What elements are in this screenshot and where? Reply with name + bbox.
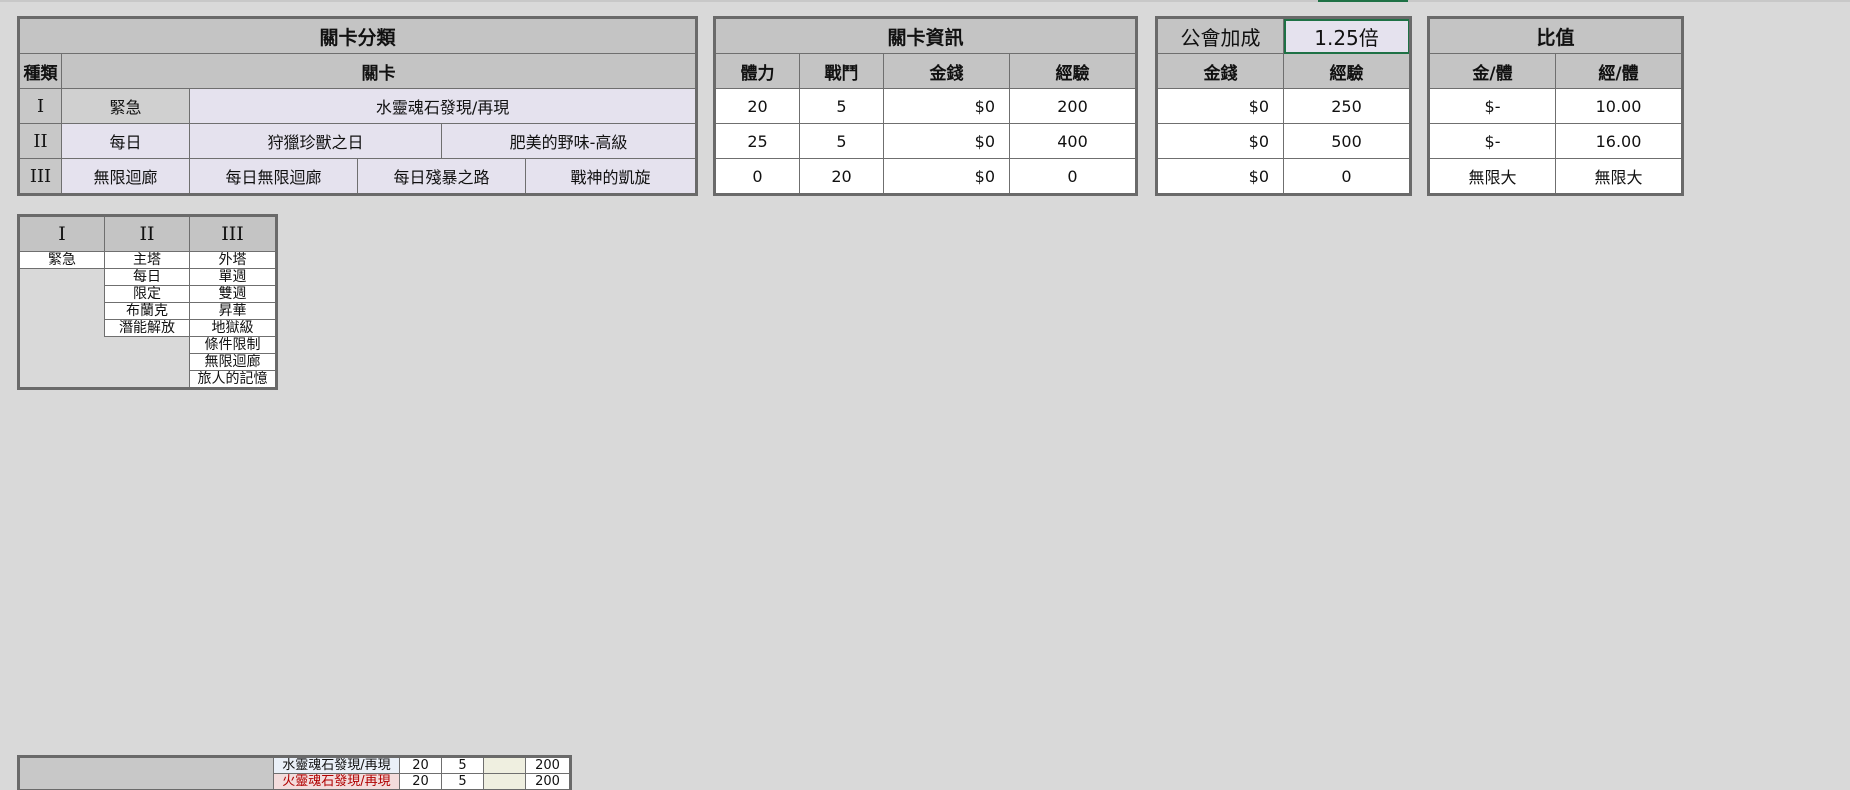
stamina-cell[interactable]: 25 (715, 123, 800, 159)
category-legend-table: I II III 緊急 主塔 外塔 每日 單週 限定 雙週 布蘭克 昇華 潛能解… (17, 214, 278, 390)
legend-item[interactable]: 每日 (104, 268, 190, 286)
stage-cell[interactable]: 狩獵珍獸之日 (189, 123, 442, 159)
money-cell[interactable]: $0 (883, 88, 1010, 124)
bonus-money-header: 金錢 (1157, 53, 1284, 89)
legend-item[interactable]: 主塔 (104, 251, 190, 269)
sheet-top-border (0, 0, 1850, 2)
legend-item[interactable]: 條件限制 (189, 336, 276, 354)
money-cell[interactable]: $0 (883, 158, 1010, 194)
money-per-stamina-header: 金/體 (1429, 53, 1556, 89)
legend-empty (104, 336, 190, 354)
ratio-table: 比值 金/體 經/體 $- 10.00 $- 16.00 無限大 無限大 (1426, 16, 1685, 196)
stage-type-cell[interactable]: 緊急 (61, 88, 190, 124)
battle-header: 戰鬥 (799, 53, 884, 89)
stamina-cell[interactable]: 20 (399, 757, 442, 774)
bonus-exp-header: 經驗 (1283, 53, 1410, 89)
stage-type-cell[interactable]: 每日 (61, 123, 190, 159)
stage-info-table: 關卡資訊 體力 戰鬥 金錢 經驗 20 5 $0 200 25 5 $0 400… (712, 16, 1139, 196)
stage-cell[interactable]: 每日無限迴廊 (189, 158, 358, 194)
money-ratio-cell[interactable]: $- (1429, 88, 1556, 124)
exp-per-stamina-header: 經/體 (1554, 53, 1683, 89)
money-ratio-cell[interactable]: 無限大 (1429, 158, 1556, 194)
legend-empty (19, 302, 105, 320)
legend-header-2: II (104, 216, 190, 252)
money-header: 金錢 (883, 53, 1010, 89)
row-roman[interactable]: III (19, 158, 62, 194)
exp-ratio-cell[interactable]: 10.00 (1554, 88, 1683, 124)
guild-bonus-value[interactable]: 1.25倍 (1283, 18, 1410, 54)
stamina-cell[interactable]: 0 (715, 158, 800, 194)
exp-cell[interactable]: 400 (1008, 123, 1137, 159)
money-cell[interactable] (483, 757, 526, 774)
legend-item[interactable]: 無限迴廊 (189, 353, 276, 371)
exp-cell[interactable]: 0 (1008, 158, 1137, 194)
legend-empty (19, 336, 105, 354)
col-type-header: 種類 (19, 53, 62, 89)
bonus-money-cell[interactable]: $0 (1157, 88, 1284, 124)
legend-empty (19, 285, 105, 303)
stage-name-cell[interactable]: 水靈魂石發現/再現 (273, 757, 400, 774)
selection-indicator (1318, 0, 1408, 2)
exp-ratio-cell[interactable]: 16.00 (1554, 123, 1683, 159)
legend-item[interactable]: 外塔 (189, 251, 276, 269)
classification-title: 關卡分類 (18, 18, 697, 54)
legend-item[interactable]: 緊急 (19, 251, 105, 269)
legend-item[interactable]: 限定 (104, 285, 190, 303)
bonus-money-cell[interactable]: $0 (1157, 123, 1284, 159)
bonus-money-cell[interactable]: $0 (1157, 158, 1284, 194)
stage-cell[interactable]: 肥美的野味-高級 (440, 123, 697, 159)
legend-item[interactable]: 旅人的記憶 (189, 370, 276, 388)
legend-empty (104, 370, 190, 388)
exp-cell[interactable]: 200 (525, 773, 570, 790)
legend-empty (19, 268, 105, 286)
row-roman[interactable]: II (19, 123, 62, 159)
battle-cell[interactable]: 5 (441, 773, 484, 790)
guild-bonus-table: 公會加成 1.25倍 金錢 經驗 $0 250 $0 500 $0 0 (1155, 16, 1412, 196)
money-ratio-cell[interactable]: $- (1429, 123, 1556, 159)
battle-cell[interactable]: 20 (799, 158, 884, 194)
exp-ratio-cell[interactable]: 無限大 (1554, 158, 1683, 194)
stage-classification-table: 關卡分類 種類 關卡 I 緊急 水靈魂石發現/再現 II 每日 狩獵珍獸之日 肥… (16, 16, 699, 196)
stage-data-table: 水靈魂石發現/再現 20 5 200 火靈魂石發現/再現 20 5 200 (17, 755, 572, 790)
legend-header-1: I (19, 216, 105, 252)
legend-header-3: III (189, 216, 276, 252)
row-roman[interactable]: I (19, 88, 62, 124)
stage-cell[interactable]: 水靈魂石發現/再現 (188, 88, 697, 124)
stage-name-cell[interactable]: 火靈魂石發現/再現 (273, 773, 400, 790)
money-cell[interactable]: $0 (883, 123, 1010, 159)
bonus-exp-cell[interactable]: 0 (1283, 158, 1410, 194)
money-cell[interactable] (483, 773, 526, 790)
exp-cell[interactable]: 200 (1008, 88, 1137, 124)
guild-bonus-label: 公會加成 (1157, 18, 1284, 54)
battle-cell[interactable]: 5 (799, 123, 884, 159)
bonus-exp-cell[interactable]: 250 (1283, 88, 1410, 124)
bonus-exp-cell[interactable]: 500 (1283, 123, 1410, 159)
stamina-cell[interactable]: 20 (399, 773, 442, 790)
col-stage-header: 關卡 (60, 53, 697, 89)
legend-item[interactable]: 地獄級 (189, 319, 276, 337)
exp-header: 經驗 (1008, 53, 1137, 89)
exp-cell[interactable]: 200 (525, 757, 570, 774)
legend-empty (104, 353, 190, 371)
stamina-cell[interactable]: 20 (715, 88, 800, 124)
stamina-header: 體力 (715, 53, 800, 89)
legend-empty (19, 370, 105, 388)
stage-info-title: 關卡資訊 (714, 18, 1137, 54)
stage-cell[interactable]: 每日殘暴之路 (357, 158, 526, 194)
legend-item[interactable]: 布蘭克 (104, 302, 190, 320)
legend-item[interactable]: 雙週 (189, 285, 276, 303)
legend-item[interactable]: 昇華 (189, 302, 276, 320)
stage-cell[interactable]: 戰神的凱旋 (524, 158, 697, 194)
legend-item[interactable]: 潛能解放 (104, 319, 190, 337)
ratio-title: 比值 (1428, 18, 1683, 54)
battle-cell[interactable]: 5 (441, 757, 484, 774)
legend-item[interactable]: 單週 (189, 268, 276, 286)
legend-empty (19, 353, 105, 371)
stage-type-cell[interactable]: 無限迴廊 (61, 158, 190, 194)
legend-empty (19, 319, 105, 337)
battle-cell[interactable]: 5 (799, 88, 884, 124)
